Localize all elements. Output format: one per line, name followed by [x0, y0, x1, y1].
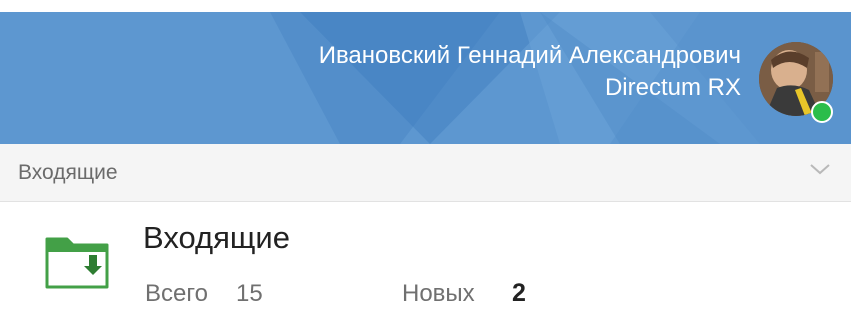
- new-count: 2: [512, 279, 526, 307]
- user-info[interactable]: Ивановский Геннадий Александрович Direct…: [319, 40, 741, 104]
- chevron-down-icon[interactable]: [808, 161, 832, 182]
- folder-item[interactable]: Входящие Всего 15 Новых 2: [0, 202, 851, 317]
- inbox-folder-icon: [45, 235, 109, 294]
- app-frame: Ивановский Геннадий Александрович Direct…: [0, 0, 851, 317]
- app-name: Directum RX: [604, 74, 741, 101]
- user-header: Ивановский Геннадий Александрович Direct…: [0, 12, 851, 144]
- total-label: Всего: [145, 280, 208, 307]
- user-name: Ивановский Геннадий Александрович: [318, 42, 741, 69]
- section-header[interactable]: Входящие: [0, 144, 851, 202]
- folder-title: Входящие: [143, 220, 290, 255]
- online-status-indicator: [811, 101, 833, 123]
- new-label: Новых: [402, 280, 475, 307]
- top-strip: [0, 0, 851, 12]
- section-title: Входящие: [18, 161, 118, 184]
- total-count: 15: [236, 280, 263, 307]
